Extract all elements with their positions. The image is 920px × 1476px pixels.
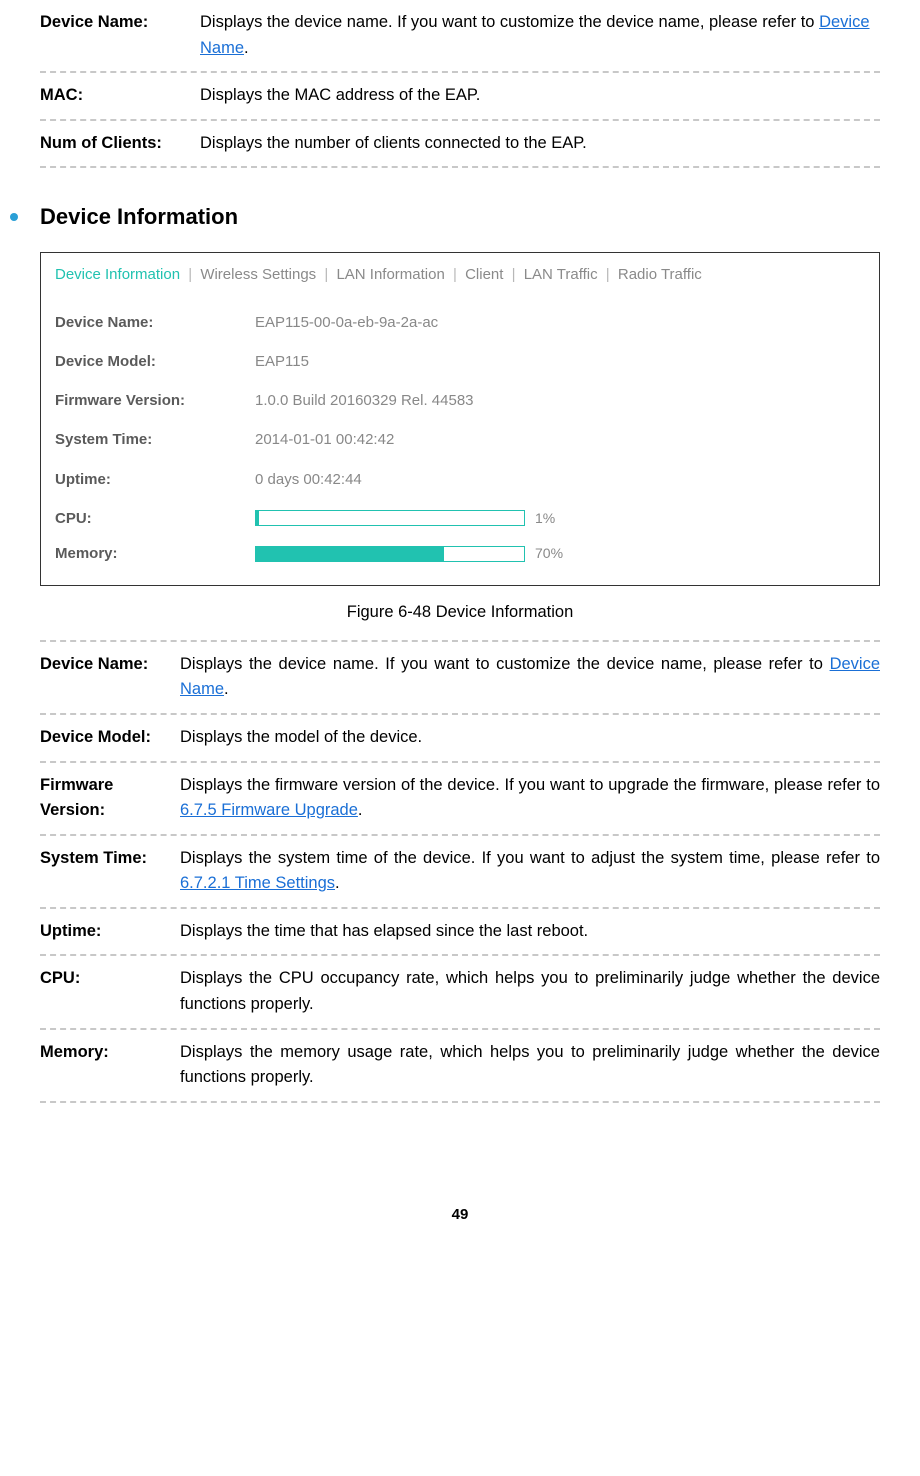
row-label-device-name: Device Name:: [40, 10, 200, 61]
info-row-system-time: System Time: 2014-01-01 00:42:42: [55, 428, 865, 451]
info-row-uptime: Uptime: 0 days 00:42:44: [55, 468, 865, 491]
tab-lan-traffic[interactable]: LAN Traffic: [524, 266, 598, 283]
memory-bar-wrap: 70%: [255, 543, 563, 565]
table-row: Device Name: Displays the device name. I…: [40, 0, 880, 73]
info-value: 0 days 00:42:44: [255, 468, 362, 491]
tab-separator: |: [453, 266, 457, 283]
device-info-definition-table: Device Name: Displays the device name. I…: [40, 640, 880, 1103]
table-row: Num of Clients: Displays the number of c…: [40, 121, 880, 169]
page-number: 49: [40, 1203, 880, 1226]
row-label-num-clients: Num of Clients:: [40, 131, 200, 157]
info-row-device-model: Device Model: EAP115: [55, 350, 865, 373]
row-desc-memory: Displays the memory usage rate, which he…: [180, 1040, 880, 1091]
info-label: Memory:: [55, 542, 255, 565]
time-settings-link[interactable]: 6.7.2.1 Time Settings: [180, 874, 335, 892]
firmware-upgrade-link[interactable]: 6.7.5 Firmware Upgrade: [180, 801, 358, 819]
tab-lan-information[interactable]: LAN Information: [336, 266, 444, 283]
row-label-device-name: Device Name:: [40, 652, 180, 703]
row-desc-device-model: Displays the model of the device.: [180, 725, 880, 751]
info-label: CPU:: [55, 507, 255, 530]
tab-wireless-settings[interactable]: Wireless Settings: [200, 266, 316, 283]
panel-tabs: Device Information | Wireless Settings |…: [55, 263, 865, 298]
row-desc-num-clients: Displays the number of clients connected…: [200, 131, 880, 157]
row-label-device-model: Device Model:: [40, 725, 180, 751]
info-label: Uptime:: [55, 468, 255, 491]
row-desc-device-name: Displays the device name. If you want to…: [180, 652, 880, 703]
table-row: MAC: Displays the MAC address of the EAP…: [40, 73, 880, 121]
row-label-memory: Memory:: [40, 1040, 180, 1091]
device-info-panel: Device Information | Wireless Settings |…: [40, 252, 880, 586]
tab-separator: |: [606, 266, 610, 283]
info-row-firmware: Firmware Version: 1.0.0 Build 20160329 R…: [55, 389, 865, 412]
table-row: Uptime: Displays the time that has elaps…: [40, 909, 880, 957]
section-heading: Device Information: [40, 200, 880, 234]
tab-separator: |: [188, 266, 192, 283]
info-row-device-name: Device Name: EAP115-00-0a-eb-9a-2a-ac: [55, 311, 865, 334]
text-segment: Displays the firmware version of the dev…: [180, 776, 880, 794]
info-label: System Time:: [55, 428, 255, 451]
memory-percent: 70%: [535, 543, 563, 565]
section-title: Device Information: [40, 200, 238, 234]
table-row: Device Name: Displays the device name. I…: [40, 640, 880, 715]
tab-separator: |: [324, 266, 328, 283]
text-segment: Displays the device name. If you want to…: [200, 13, 819, 31]
row-desc-mac: Displays the MAC address of the EAP.: [200, 83, 880, 109]
memory-bar-fill: [256, 547, 444, 561]
table-row: System Time: Displays the system time of…: [40, 836, 880, 909]
table-row: Firmware Version: Displays the firmware …: [40, 763, 880, 836]
info-row-cpu: CPU: 1%: [55, 507, 865, 530]
info-label: Device Model:: [55, 350, 255, 373]
cpu-percent: 1%: [535, 508, 555, 530]
figure-caption: Figure 6-48 Device Information: [40, 600, 880, 626]
cpu-bar-wrap: 1%: [255, 508, 555, 530]
info-value: 1.0.0 Build 20160329 Rel. 44583: [255, 389, 474, 412]
row-label-firmware: Firmware Version:: [40, 773, 180, 824]
row-label-uptime: Uptime:: [40, 919, 180, 945]
tab-separator: |: [512, 266, 516, 283]
info-value: 2014-01-01 00:42:42: [255, 428, 394, 451]
memory-bar: [255, 546, 525, 562]
top-definition-table: Device Name: Displays the device name. I…: [40, 0, 880, 168]
text-segment: Displays the device name. If you want to…: [180, 655, 830, 673]
row-desc-cpu: Displays the CPU occupancy rate, which h…: [180, 966, 880, 1017]
row-desc-firmware: Displays the firmware version of the dev…: [180, 773, 880, 824]
tab-client[interactable]: Client: [465, 266, 503, 283]
text-segment: .: [358, 801, 363, 819]
row-label-mac: MAC:: [40, 83, 200, 109]
tab-device-information[interactable]: Device Information: [55, 266, 180, 283]
row-label-system-time: System Time:: [40, 846, 180, 897]
bullet-icon: [10, 213, 18, 221]
text-segment: .: [335, 874, 340, 892]
info-label: Device Name:: [55, 311, 255, 334]
row-desc-system-time: Displays the system time of the device. …: [180, 846, 880, 897]
text-segment: .: [244, 39, 249, 57]
info-value: EAP115: [255, 350, 309, 373]
cpu-bar: [255, 510, 525, 526]
cpu-bar-fill: [256, 511, 259, 525]
info-label: Firmware Version:: [55, 389, 255, 412]
table-row: CPU: Displays the CPU occupancy rate, wh…: [40, 956, 880, 1029]
row-desc-device-name: Displays the device name. If you want to…: [200, 10, 880, 61]
table-row: Memory: Displays the memory usage rate, …: [40, 1030, 880, 1103]
tab-radio-traffic[interactable]: Radio Traffic: [618, 266, 702, 283]
row-desc-uptime: Displays the time that has elapsed since…: [180, 919, 880, 945]
info-value: EAP115-00-0a-eb-9a-2a-ac: [255, 311, 438, 334]
text-segment: Displays the system time of the device. …: [180, 849, 880, 867]
row-label-cpu: CPU:: [40, 966, 180, 1017]
table-row: Device Model: Displays the model of the …: [40, 715, 880, 763]
text-segment: .: [224, 680, 229, 698]
info-row-memory: Memory: 70%: [55, 542, 865, 565]
